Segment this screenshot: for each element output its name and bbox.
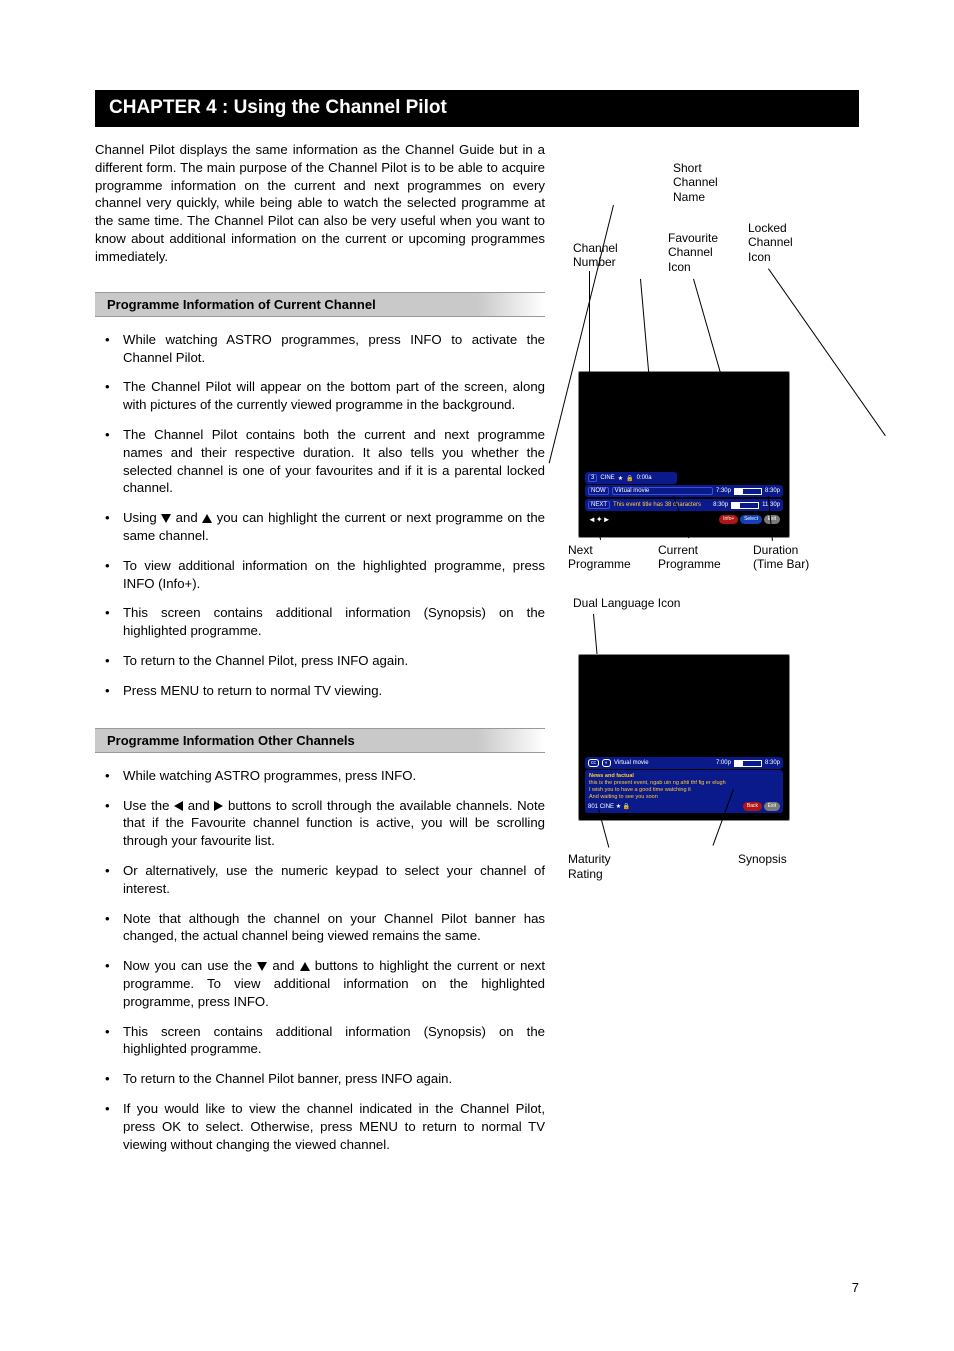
bullet-list-section2: While watching ASTRO programmes, press I…: [95, 767, 545, 1154]
label-favourite-icon: FavouriteChannelIcon: [668, 231, 718, 274]
down-arrow-icon: [161, 514, 171, 523]
next-title: This event title has 38 characters: [613, 502, 710, 508]
intro-paragraph: Channel Pilot displays the same informat…: [95, 141, 545, 266]
channel-short-name: CINE: [600, 475, 614, 481]
content-column: Channel Pilot displays the same informat…: [95, 141, 545, 1182]
synopsis-line: this is the present event, ngab uin ng a…: [589, 780, 779, 787]
up-arrow-icon: [300, 962, 310, 971]
label-current-programme: CurrentProgramme: [658, 543, 721, 572]
label-channel-number: ChannelNumber: [573, 241, 618, 270]
down-arrow-icon: [257, 962, 267, 971]
list-item: Press MENU to return to normal TV viewin…: [123, 682, 545, 700]
list-item: This screen contains additional informat…: [123, 604, 545, 640]
figure-channel-pilot: ShortChannelName ChannelNumber Favourite…: [573, 161, 858, 571]
next-end: 11:30p: [762, 502, 780, 508]
info-header-row: cc ◐ Virtual movie 7:00p 8:30p: [585, 757, 783, 769]
favourite-icon: ★: [616, 804, 621, 810]
time-bar-info: [734, 760, 762, 767]
figure-column: ShortChannelName ChannelNumber Favourite…: [573, 141, 858, 1182]
now-end: 8:30p: [765, 488, 780, 494]
pilot-next-row: NEXT This event title has 38 characters …: [585, 499, 783, 511]
now-start: 7:30p: [716, 488, 731, 494]
list-item: Using and you can highlight the current …: [123, 509, 545, 545]
pilot-header-bar: 3 CINE ★ 🔒 0:00a: [585, 472, 677, 484]
next-start: 8:30p: [713, 502, 728, 508]
chapter-title: CHAPTER 4 : Using the Channel Pilot: [95, 90, 859, 127]
info-title: Virtual movie: [614, 760, 713, 766]
channel-number-value: 3: [588, 474, 597, 482]
tv-screen-1: 3 CINE ★ 🔒 0:00a NOW Virtual movie 7:30p…: [578, 371, 790, 538]
back-button[interactable]: Back: [743, 802, 762, 811]
exit-button[interactable]: Exit: [764, 515, 780, 524]
synopsis-header: News and factual: [589, 773, 779, 780]
clock-time: 0:00a: [637, 475, 652, 481]
info-ch-name: CINE: [600, 804, 614, 810]
up-arrow-icon: [202, 514, 212, 523]
list-item: This screen contains additional informat…: [123, 1023, 545, 1059]
synopsis-line: I wish you to have a good time watching …: [589, 787, 779, 794]
list-item: While watching ASTRO programmes, press I…: [123, 767, 545, 785]
cc-icon: cc: [588, 759, 599, 767]
next-tag: NEXT: [588, 501, 610, 509]
list-item: To view additional information on the hi…: [123, 557, 545, 593]
maturity-rating: 801: [588, 804, 598, 810]
section-heading-current-channel: Programme Information of Current Channel: [95, 292, 545, 317]
list-item: Or alternatively, use the numeric keypad…: [123, 862, 545, 898]
tv-screen-2: cc ◐ Virtual movie 7:00p 8:30p News and …: [578, 654, 790, 821]
list-item: To return to the Channel Pilot, press IN…: [123, 652, 545, 670]
list-item: Now you can use the and buttons to highl…: [123, 957, 545, 1010]
exit-button[interactable]: Exit: [764, 802, 780, 811]
list-item: To return to the Channel Pilot banner, p…: [123, 1070, 545, 1088]
info-start: 7:00p: [716, 760, 731, 766]
favourite-icon: ★: [618, 475, 623, 482]
figure-info-plus: cc ◐ Virtual movie 7:00p 8:30p News and …: [573, 614, 858, 944]
right-arrow-icon: [214, 801, 223, 811]
now-title: Virtual movie: [612, 487, 713, 495]
nav-arrows-icon: ◄✦►: [588, 515, 611, 524]
section-heading-other-channels: Programme Information Other Channels: [95, 728, 545, 753]
select-button[interactable]: Select: [740, 515, 762, 524]
label-locked-icon: LockedChannelIcon: [748, 221, 793, 264]
label-duration: Duration(Time Bar): [753, 543, 809, 572]
lock-icon: 🔒: [623, 804, 630, 810]
pilot-now-row: NOW Virtual movie 7:30p 8:30p: [585, 485, 783, 497]
lock-icon: 🔒: [626, 475, 633, 482]
list-item: Use the and buttons to scroll through th…: [123, 797, 545, 850]
list-item: The Channel Pilot contains both the curr…: [123, 426, 545, 497]
list-item: The Channel Pilot will appear on the bot…: [123, 378, 545, 414]
list-item: While watching ASTRO programmes, press I…: [123, 331, 545, 367]
label-synopsis: Synopsis: [738, 852, 787, 866]
label-dual-language: Dual Language Icon: [573, 596, 858, 610]
label-short-channel-name: ShortChannelName: [673, 161, 718, 204]
left-arrow-icon: [174, 801, 183, 811]
time-bar-next: [731, 502, 759, 509]
list-item: Note that although the channel on your C…: [123, 910, 545, 946]
bullet-list-section1: While watching ASTRO programmes, press I…: [95, 331, 545, 700]
list-item: If you would like to view the channel in…: [123, 1100, 545, 1153]
dual-lang-icon: ◐: [602, 759, 611, 767]
label-next-programme: NextProgramme: [568, 543, 631, 572]
info-footer-row: 801 CINE ★ 🔒 Back Exit: [585, 800, 783, 813]
now-tag: NOW: [588, 487, 609, 495]
label-maturity-rating: MaturityRating: [568, 852, 611, 881]
info-plus-button[interactable]: Info+: [719, 515, 738, 524]
time-bar-now: [734, 488, 762, 495]
info-end: 8:30p: [765, 760, 780, 766]
page-number: 7: [852, 1280, 859, 1295]
